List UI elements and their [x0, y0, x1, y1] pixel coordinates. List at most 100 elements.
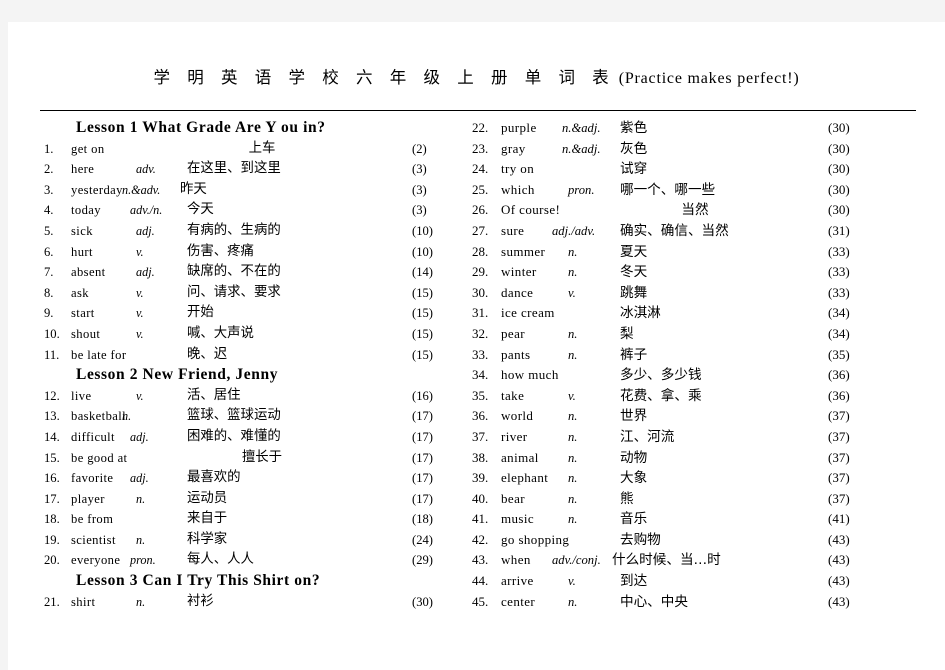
entry-word: animal	[501, 449, 539, 465]
vocabulary-row: 31. ice cream 冰淇淋 (34)	[472, 303, 922, 324]
entry-number: 7.	[44, 265, 54, 280]
entry-translation: 晚、迟	[187, 346, 228, 362]
lesson-heading-row: Lesson 1 What Grade Are Y ou in?	[44, 118, 474, 139]
entry-part-of-speech: n.&adj.	[562, 121, 601, 135]
document-title: 学 明 英 语 学 校 六 年 级 上 册 单 词 表 (Practice ma…	[8, 64, 945, 88]
entry-number: 37.	[472, 428, 489, 444]
entry-page-reference: (15)	[412, 347, 433, 362]
lesson-heading-row: Lesson 2 New Friend, Jenny	[44, 365, 474, 386]
entry-page-reference: (30)	[828, 120, 850, 135]
vocabulary-row: 27. sure adj./adv. 确实、确信、当然 (31)	[472, 221, 922, 242]
entry-number: 38.	[472, 449, 489, 465]
entry-part-of-speech: n.	[568, 265, 578, 280]
entry-page-reference: (10)	[412, 244, 433, 259]
entry-page-reference: (36)	[828, 367, 850, 383]
entry-page-reference: (17)	[412, 429, 433, 444]
vocabulary-column-left: Lesson 1 What Grade Are Y ou in? 1. get on…	[44, 118, 474, 612]
entry-number: 24.	[472, 161, 489, 177]
entry-word: winter	[501, 264, 537, 280]
entry-translation: 困难的、难懂的	[187, 428, 281, 444]
entry-word: be late for	[71, 347, 127, 362]
entry-number: 41.	[472, 511, 489, 527]
vocabulary-row: 4. today adv./n. 今天 (3)	[44, 200, 474, 221]
entry-number: 22.	[472, 120, 489, 135]
entry-page-reference: (37)	[828, 428, 850, 444]
entry-page-reference: (30)	[828, 202, 850, 218]
entry-number: 11.	[44, 347, 60, 362]
entry-number: 3.	[44, 182, 54, 197]
entry-translation: 喊、大声说	[187, 325, 254, 341]
entry-part-of-speech: v.	[568, 388, 576, 403]
vocabulary-row: 29. winter n. 冬天 (33)	[472, 262, 922, 283]
title-divider	[40, 110, 916, 111]
entry-word: gray	[501, 140, 526, 156]
entry-translation: 到达	[620, 573, 648, 590]
entry-word: bear	[501, 490, 525, 506]
entry-part-of-speech: n.	[568, 491, 578, 506]
entry-number: 33.	[472, 346, 489, 362]
entry-part-of-speech: pron.	[130, 553, 156, 568]
entry-word: player	[71, 491, 105, 506]
vocabulary-row: 12. live v. 活、居住 (16)	[44, 386, 474, 407]
entry-part-of-speech: n.	[136, 491, 146, 506]
entry-number: 21.	[44, 594, 60, 609]
entry-translation: 开始	[187, 305, 214, 321]
entry-word: be from	[71, 512, 114, 527]
entry-part-of-speech: n.&adv.	[122, 182, 161, 197]
document-page: 学 明 英 语 学 校 六 年 级 上 册 单 词 表 (Practice ma…	[8, 22, 945, 670]
vocabulary-row: 32. pear n. 梨 (34)	[472, 324, 922, 345]
entry-part-of-speech: adv./n.	[130, 203, 163, 218]
entry-word: go shopping	[501, 531, 570, 547]
entry-word: pear	[501, 325, 525, 341]
entry-word: take	[501, 387, 525, 403]
entry-number: 18.	[44, 512, 60, 527]
entry-word: basketball	[71, 409, 127, 424]
entry-number: 32.	[472, 325, 489, 341]
entry-word: elephant	[501, 470, 549, 486]
entry-number: 42.	[472, 531, 489, 547]
entry-number: 25.	[472, 181, 489, 197]
entry-number: 31.	[472, 305, 489, 321]
vocabulary-row: 2. here adv. 在这里、到这里 (3)	[44, 159, 474, 180]
entry-part-of-speech: v.	[136, 388, 144, 403]
lesson-heading-row: Lesson 3 Can I Try This Shirt on?	[44, 571, 474, 592]
entry-word: how much	[501, 367, 559, 383]
vocabulary-row: 25. which pron. 哪一个、哪一些 (30)	[472, 180, 922, 201]
entry-word: shirt	[71, 594, 96, 609]
entry-translation: 篮球、篮球运动	[187, 408, 281, 424]
entry-number: 6.	[44, 244, 54, 259]
entry-word: arrive	[501, 573, 534, 589]
entry-translation: 问、请求、要求	[187, 284, 281, 300]
vocabulary-row: 3. yesterday n.&adv. 昨天 (3)	[44, 180, 474, 201]
vocabulary-row: 9. start v. 开始 (15)	[44, 303, 474, 324]
entry-translation: 擅长于	[241, 449, 283, 465]
entry-page-reference: (30)	[828, 140, 850, 156]
entry-translation: 确实、确信、当然	[620, 222, 729, 239]
entry-word: get on	[71, 141, 105, 156]
entry-number: 44.	[472, 573, 489, 589]
entry-translation: 音乐	[620, 511, 648, 528]
vocabulary-row: 23. gray n.&adj. 灰色 (30)	[472, 139, 922, 160]
entry-part-of-speech: n.	[136, 532, 146, 547]
entry-part-of-speech: adj./adv.	[552, 223, 596, 238]
entry-word: river	[501, 428, 528, 444]
entry-part-of-speech: v.	[568, 574, 576, 589]
vocabulary-row: 44. arrive v. 到达 (43)	[472, 571, 922, 592]
entry-page-reference: (41)	[828, 511, 850, 527]
vocabulary-row: 14. difficult adj. 困难的、难懂的 (17)	[44, 427, 474, 448]
vocabulary-row: 20. everyone pron. 每人、人人 (29)	[44, 550, 474, 571]
entry-page-reference: (43)	[828, 531, 850, 547]
entry-part-of-speech: adj.	[136, 265, 155, 280]
entry-part-of-speech: n.	[568, 450, 578, 465]
entry-translation: 冬天	[620, 264, 648, 281]
entry-translation: 上车	[248, 140, 276, 156]
entry-translation: 伤害、疼痛	[187, 243, 254, 259]
entry-word: shout	[71, 326, 101, 341]
entry-number: 16.	[44, 471, 60, 486]
vocabulary-row: 11. be late for 晚、迟 (15)	[44, 345, 474, 366]
entry-translation: 哪一个、哪一些	[620, 181, 716, 198]
entry-part-of-speech: n.&adj.	[562, 141, 601, 156]
entry-page-reference: (17)	[412, 409, 433, 424]
entry-word: ice cream	[501, 305, 555, 321]
entry-number: 17.	[44, 491, 60, 506]
